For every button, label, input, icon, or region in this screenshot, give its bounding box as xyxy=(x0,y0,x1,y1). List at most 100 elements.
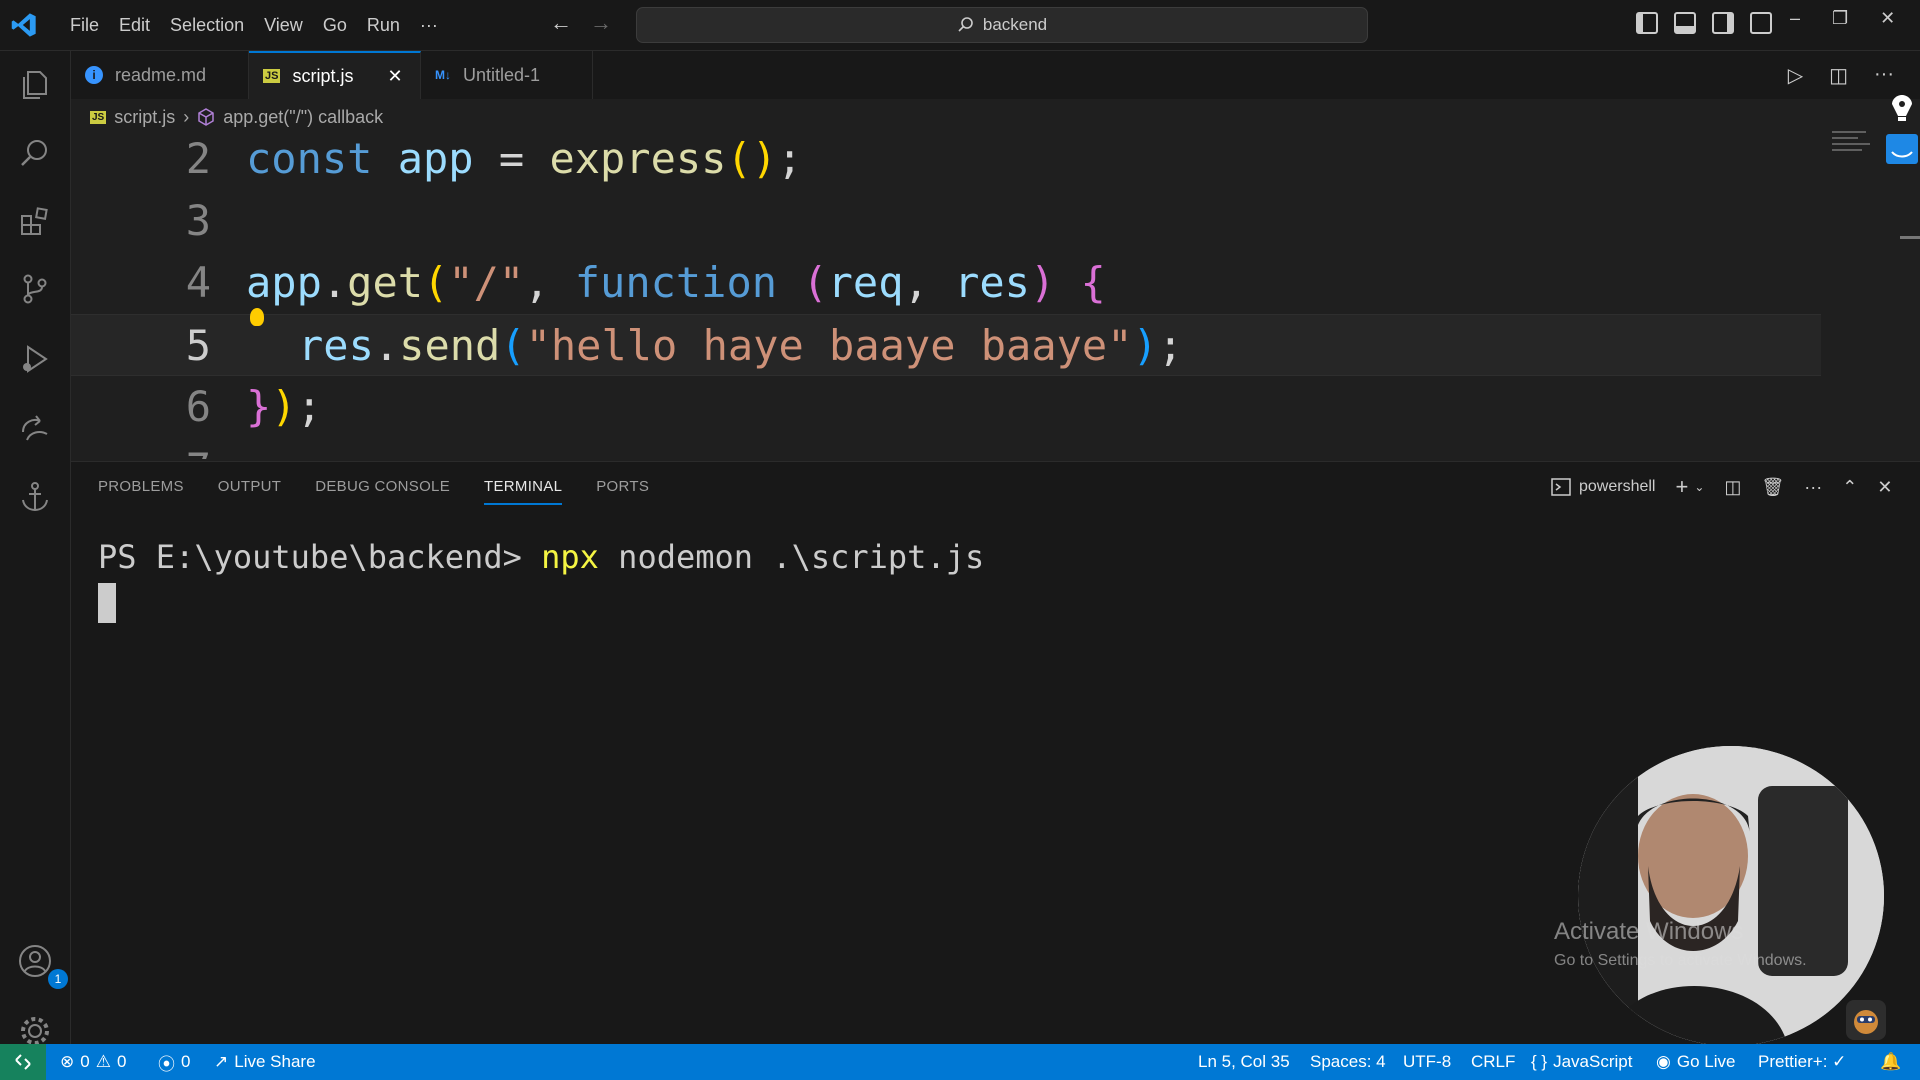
tab-ports[interactable]: PORTS xyxy=(596,478,649,505)
menu-go[interactable]: Go xyxy=(313,15,357,36)
parameter: req xyxy=(827,258,904,307)
lightbulb-icon[interactable] xyxy=(250,308,264,326)
code-line-2: 2 const app = express(); xyxy=(71,134,1821,190)
punctuation: . xyxy=(373,321,400,370)
function-name: get xyxy=(347,258,424,307)
menu-run[interactable]: Run xyxy=(357,15,410,36)
restore-icon[interactable]: ❐ xyxy=(1832,8,1848,29)
trash-icon[interactable]: 🗑 xyxy=(1761,477,1784,498)
parameter: res xyxy=(954,258,1030,307)
toggle-secondary-sidebar-icon[interactable] xyxy=(1712,12,1734,34)
more-actions-icon[interactable]: ··· xyxy=(1874,63,1894,88)
customize-layout-icon[interactable] xyxy=(1750,12,1772,34)
code-editor[interactable]: 2 const app = express(); 3 4 app.get("/"… xyxy=(71,134,1920,459)
line-ending[interactable]: CRLF xyxy=(1471,1044,1515,1080)
code-text: app.get("/", function (req, res) { xyxy=(246,252,1106,314)
terminal-shell-selector[interactable]: powershell xyxy=(1551,478,1655,496)
minimize-icon[interactable]: – xyxy=(1790,8,1800,29)
go-live-button[interactable]: ◉ Go Live xyxy=(1656,1044,1735,1080)
source-control-icon[interactable] xyxy=(15,269,55,309)
language-mode[interactable]: { } JavaScript xyxy=(1531,1044,1632,1080)
accounts-icon[interactable]: 1 xyxy=(15,941,68,989)
menu-file[interactable]: File xyxy=(60,15,109,36)
anchor-icon[interactable] xyxy=(15,477,55,517)
close-panel-icon[interactable]: ✕ xyxy=(1877,477,1892,498)
minimap[interactable] xyxy=(1832,131,1872,161)
breadcrumb: JS script.js › app.get("/") callback xyxy=(90,102,383,132)
search-view-icon[interactable] xyxy=(15,133,55,173)
run-debug-icon[interactable] xyxy=(15,339,55,379)
wave-icon xyxy=(1891,151,1913,158)
split-terminal-icon[interactable]: ◫ xyxy=(1724,477,1741,498)
split-editor-icon[interactable]: ◫ xyxy=(1829,63,1848,88)
cursor-position-label: Ln 5, Col 35 xyxy=(1198,1052,1290,1071)
explorer-icon[interactable] xyxy=(15,65,55,105)
variable: res xyxy=(298,321,374,370)
bracket: { xyxy=(1080,258,1106,307)
cursor-position[interactable]: Ln 5, Col 35 xyxy=(1198,1044,1290,1080)
punctuation: , xyxy=(524,258,575,307)
run-code-icon[interactable]: ▷ xyxy=(1788,63,1803,88)
encoding[interactable]: UTF-8 xyxy=(1403,1044,1451,1080)
remote-explorer-icon[interactable] xyxy=(15,409,55,449)
breadcrumb-file[interactable]: script.js xyxy=(114,107,175,128)
indentation[interactable]: Spaces: 4 xyxy=(1310,1044,1386,1080)
line-number: 6 xyxy=(185,382,211,431)
menu-view[interactable]: View xyxy=(254,15,313,36)
activity-bar: 1 xyxy=(0,51,71,1045)
toggle-panel-icon[interactable] xyxy=(1674,12,1696,34)
notifications-bell-icon[interactable]: 🔔 xyxy=(1880,1044,1901,1080)
prettier-status[interactable]: Prettier+: ✓ xyxy=(1758,1044,1846,1080)
code-line-4: 4 app.get("/", function (req, res) { xyxy=(71,252,1821,314)
menu-selection[interactable]: Selection xyxy=(160,15,254,36)
punctuation: ; xyxy=(777,134,803,183)
string: "/" xyxy=(448,258,525,307)
tab-readme[interactable]: i readme.md xyxy=(71,51,249,99)
live-share-button[interactable]: ↗ Live Share xyxy=(214,1044,316,1080)
tab-script-js[interactable]: JS script.js ✕ xyxy=(249,51,421,99)
toggle-primary-sidebar-icon[interactable] xyxy=(1636,12,1658,34)
broadcast-icon: ⦿ xyxy=(158,1054,175,1074)
tab-output[interactable]: OUTPUT xyxy=(218,478,281,505)
tab-debug-console[interactable]: DEBUG CONSOLE xyxy=(315,478,450,505)
line-number: 7 xyxy=(71,438,211,459)
pen-tool-icon[interactable] xyxy=(1886,92,1918,124)
tab-untitled-1[interactable]: M↓ Untitled-1 xyxy=(421,51,593,99)
keyword: const xyxy=(246,134,373,183)
chevron-right-icon: › xyxy=(183,106,190,127)
code-line-3: 3 xyxy=(71,190,1821,252)
problems-indicator[interactable]: ⊗ 0 ⚠ 0 xyxy=(60,1044,126,1080)
search-text: backend xyxy=(982,15,1048,34)
forward-arrow-icon[interactable]: → xyxy=(590,10,612,36)
command-center-search[interactable]: backend xyxy=(636,7,1368,43)
scrollbar-marker[interactable] xyxy=(1900,236,1920,239)
tab-label: readme.md xyxy=(115,64,207,85)
close-window-icon[interactable]: ✕ xyxy=(1880,8,1895,29)
tab-label: Untitled-1 xyxy=(463,64,541,85)
code-text: const app = express(); xyxy=(246,134,802,190)
remote-indicator[interactable] xyxy=(0,1044,46,1080)
copilot-icon[interactable] xyxy=(1846,1000,1886,1040)
tab-problems[interactable]: PROBLEMS xyxy=(98,478,184,505)
chevron-down-icon[interactable]: ⌄ xyxy=(1694,480,1704,494)
close-tab-icon[interactable]: ✕ xyxy=(387,66,402,87)
tab-terminal[interactable]: TERMINAL xyxy=(484,478,563,505)
terminal-line[interactable]: PS E:\youtube\backend> npx nodemon .\scr… xyxy=(98,538,984,576)
menu-edit[interactable]: Edit xyxy=(109,15,160,36)
extensions-icon[interactable] xyxy=(15,201,55,241)
new-terminal-icon[interactable]: + xyxy=(1675,474,1688,500)
menu-bar: File Edit Selection View Go Run ··· xyxy=(60,0,448,50)
string: "hello haye baaye baaye" xyxy=(525,321,1133,370)
remote-icon xyxy=(15,1054,31,1070)
menu-more[interactable]: ··· xyxy=(410,15,448,36)
markdown-file-icon: M↓ xyxy=(435,68,451,82)
breadcrumb-symbol[interactable]: app.get("/") callback xyxy=(223,107,383,128)
line-ending-label: CRLF xyxy=(1471,1052,1516,1071)
side-panel-button[interactable] xyxy=(1886,134,1918,164)
ports-indicator[interactable]: ⦿ 0 xyxy=(158,1044,190,1080)
maximize-panel-icon[interactable]: ⌃ xyxy=(1842,477,1857,498)
terminal-args: nodemon .\script.js xyxy=(598,538,985,576)
back-arrow-icon[interactable]: ← xyxy=(550,10,572,36)
line-number: 3 xyxy=(185,196,211,245)
more-icon[interactable]: ··· xyxy=(1804,477,1822,498)
